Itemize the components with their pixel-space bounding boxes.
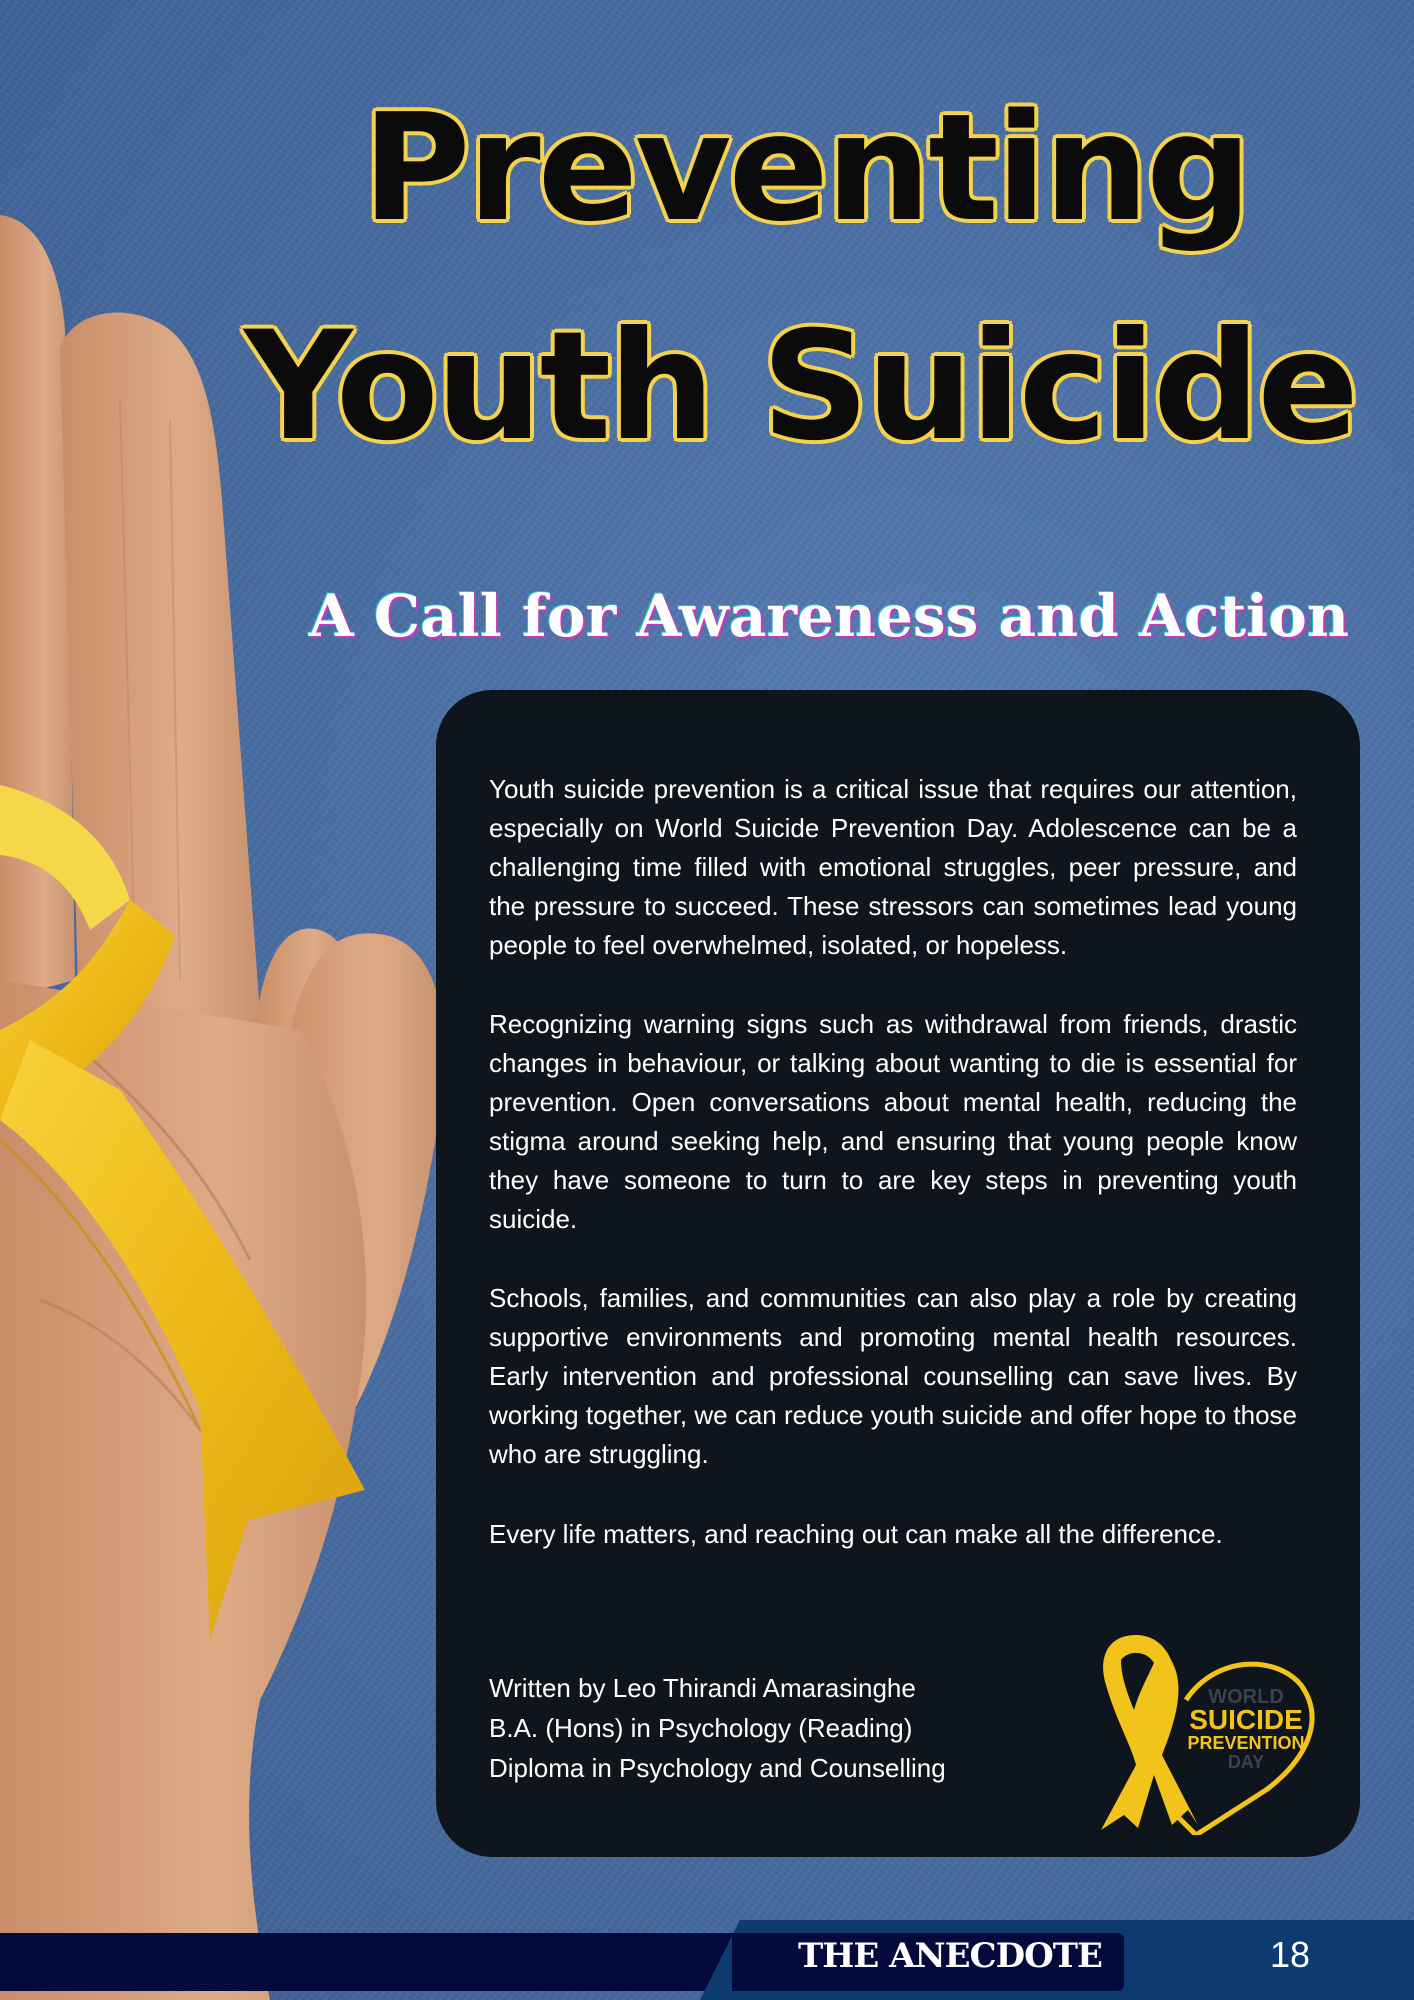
yellow-ribbon-heart-icon: WORLD SUICIDE PREVENTION DAY [1101, 1635, 1315, 1835]
author-degree: B.A. (Hons) in Psychology (Reading) [489, 1713, 913, 1743]
subtitle: A Call for Awareness and Action [308, 582, 1349, 650]
author-diploma: Diploma in Psychology and Counselling [489, 1753, 946, 1783]
paragraph-2: Recognizing warning signs such as withdr… [489, 1009, 1297, 1234]
logo-word-prevention: PREVENTION [1187, 1733, 1304, 1753]
page-number: 18 [1270, 1934, 1311, 1975]
title-line-2: Youth Suicide [243, 300, 1359, 474]
author-name: Written by Leo Thirandi Amarasinghe [489, 1673, 916, 1703]
article-card: Youth suicide prevention is a critical i… [436, 690, 1360, 1857]
paragraph-1: Youth suicide prevention is a critical i… [489, 774, 1297, 960]
magazine-name: THE ANECDOTE [798, 1936, 1103, 1976]
logo-word-suicide: SUICIDE [1189, 1704, 1303, 1735]
author-credits: Written by Leo Thirandi Amarasinghe B.A.… [489, 1668, 946, 1788]
closing-line: Every life matters, and reaching out can… [489, 1519, 1223, 1549]
paragraph-3: Schools, families, and communities can a… [489, 1283, 1297, 1469]
logo-word-day: DAY [1228, 1752, 1264, 1772]
article-body: Youth suicide prevention is a critical i… [489, 770, 1297, 1594]
title-line-1: Preventing [362, 82, 1252, 254]
